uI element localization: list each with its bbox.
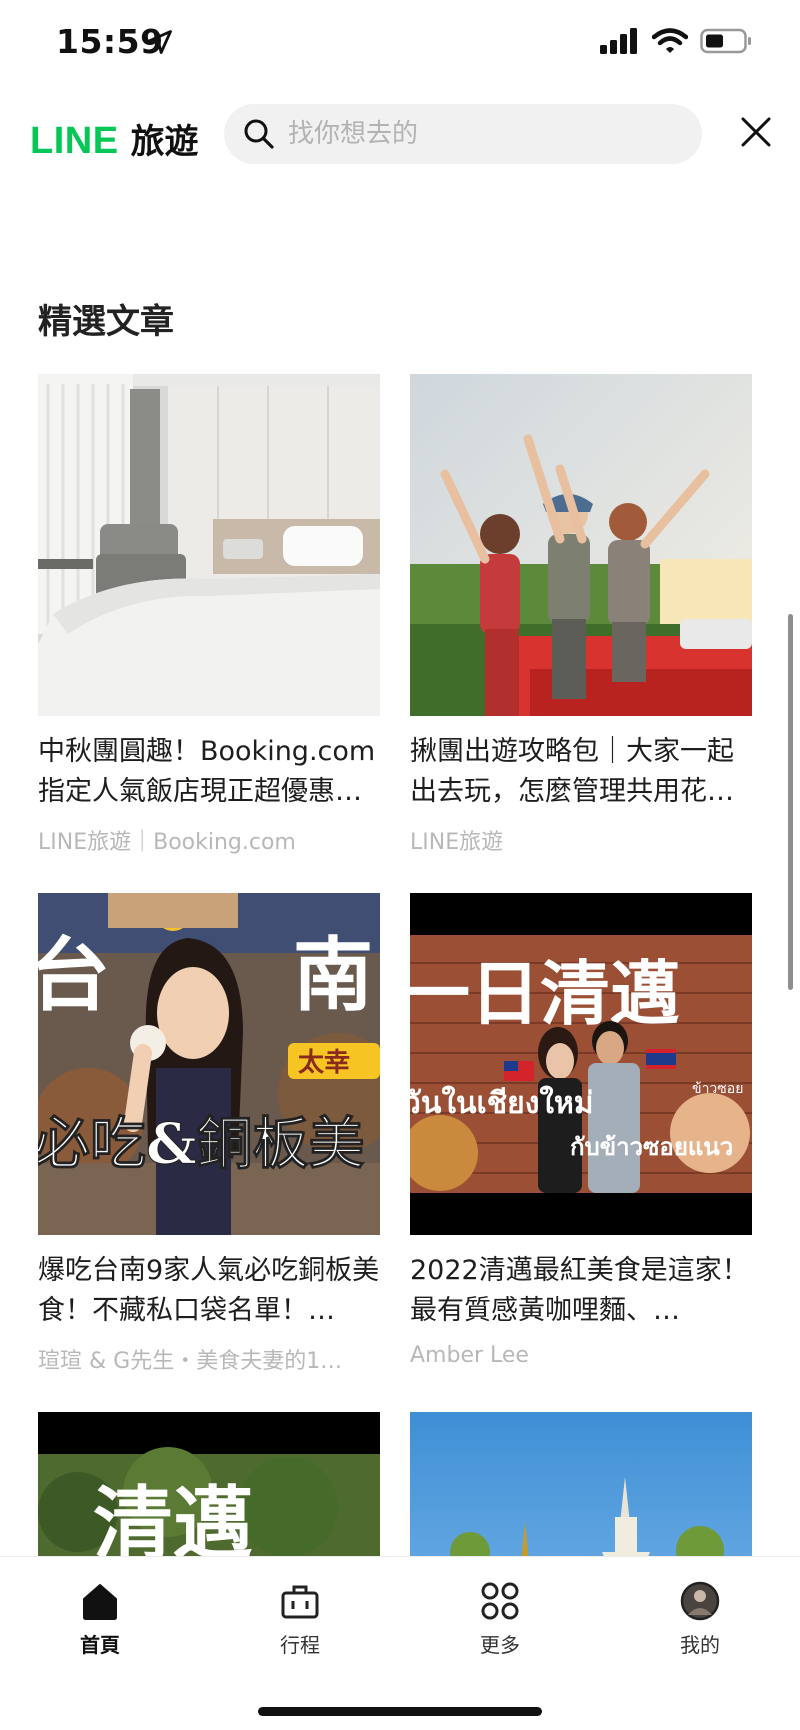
home-indicator <box>258 1707 542 1716</box>
article-title[interactable]: 2022清邁最紅美食是這家！最有質感黃咖哩麵、… <box>410 1251 752 1331</box>
article-title[interactable]: 揪團出遊攻略包｜大家一起出去玩，怎麼管理共用花… <box>410 732 752 812</box>
home-icon <box>83 1584 117 1620</box>
article-thumbnail-hotel[interactable] <box>38 374 380 716</box>
nav-label: 更多 <box>480 1633 520 1657</box>
article-card[interactable]: 台 南 太幸 必吃&銅板美 爆吃台南9家人氣必吃銅板美食！不藏私口袋名單！… 瑄… <box>38 893 380 1375</box>
cellular-signal-icon <box>600 28 637 54</box>
hotel-room-image <box>38 374 380 716</box>
search-input[interactable] <box>288 104 688 164</box>
close-button[interactable] <box>738 114 774 150</box>
close-icon <box>741 117 771 147</box>
scrollbar[interactable] <box>788 614 793 990</box>
app-header: LINE 旅遊 <box>0 96 800 172</box>
nav-label: 我的 <box>680 1633 720 1657</box>
tainan-food-image: 台 南 太幸 必吃&銅板美 <box>38 893 380 1235</box>
article-source: LINE旅遊 <box>410 830 504 855</box>
svg-text:台: 台 <box>38 928 110 1022</box>
article-card[interactable]: 中秋團圓趣！Booking.com 指定人氣飯店現正超優惠… LINE旅遊｜Bo… <box>38 374 380 856</box>
nav-item-more[interactable]: 更多 <box>440 1579 560 1658</box>
article-thumbnail-tainan[interactable]: 台 南 太幸 必吃&銅板美 <box>38 893 380 1235</box>
avatar <box>680 1581 720 1621</box>
bottom-nav: 首頁 行程 更多 我的 <box>0 1556 800 1730</box>
svg-text:必吃&銅板美: 必吃&銅板美 <box>38 1111 365 1177</box>
nav-label: 行程 <box>280 1633 320 1657</box>
article-card[interactable]: 揪團出遊攻略包｜大家一起出去玩，怎麼管理共用花… LINE旅遊 <box>410 374 752 856</box>
search-box[interactable] <box>224 104 702 164</box>
more-grid-icon <box>481 1582 519 1620</box>
svg-text:กับข้าวซอยแนว: กับข้าวซอยแนว <box>570 1133 733 1161</box>
battery-icon <box>700 28 751 54</box>
location-arrow-icon <box>148 30 172 54</box>
logo-travel-text: 旅遊 <box>130 122 199 162</box>
suitcase-icon <box>281 1585 319 1619</box>
nav-item-home[interactable]: 首頁 <box>40 1579 160 1658</box>
nav-item-trips[interactable]: 行程 <box>240 1579 360 1658</box>
article-title[interactable]: 中秋團圓趣！Booking.com 指定人氣飯店現正超優惠… <box>38 732 380 812</box>
wifi-icon <box>652 28 688 53</box>
section-title: 精選文章 <box>38 302 174 342</box>
article-card[interactable]: 一日清邁 วันในเชียงใหม่ กับข้าวซอยแนว ข้าวซอ… <box>410 893 752 1368</box>
friends-travel-image <box>410 374 752 716</box>
article-title[interactable]: 爆吃台南9家人氣必吃銅板美食！不藏私口袋名單！… <box>38 1251 380 1331</box>
article-source: Amber Lee <box>410 1343 529 1368</box>
article-thumbnail-chiangmai[interactable]: 一日清邁 วันในเชียงใหม่ กับข้าวซอยแนว ข้าวซอ… <box>410 893 752 1235</box>
status-icons <box>600 28 752 54</box>
svg-text:ข้าวซอย: ข้าวซอย <box>692 1081 743 1097</box>
line-travel-logo[interactable]: LINE 旅遊 <box>30 114 199 163</box>
article-thumbnail-friends[interactable] <box>410 374 752 716</box>
svg-text:南: 南 <box>293 928 373 1022</box>
article-source: LINE旅遊｜Booking.com <box>38 830 296 855</box>
nav-item-profile[interactable]: 我的 <box>640 1579 760 1658</box>
svg-text:一日清邁: 一日清邁 <box>410 952 680 1035</box>
search-icon <box>244 119 274 149</box>
logo-line-text: LINE <box>30 120 119 162</box>
nav-label: 首頁 <box>80 1633 120 1657</box>
chiangmai-food-image: 一日清邁 วันในเชียงใหม่ กับข้าวซอยแนว ข้าวซอ… <box>410 893 752 1235</box>
status-bar: 15:59 <box>0 0 800 90</box>
svg-text:วันในเชียงใหม่: วันในเชียงใหม่ <box>410 1085 594 1121</box>
article-source: 瑄瑄 & G先生・美食夫妻的1… <box>38 1349 343 1374</box>
svg-text:太幸: 太幸 <box>298 1048 350 1078</box>
